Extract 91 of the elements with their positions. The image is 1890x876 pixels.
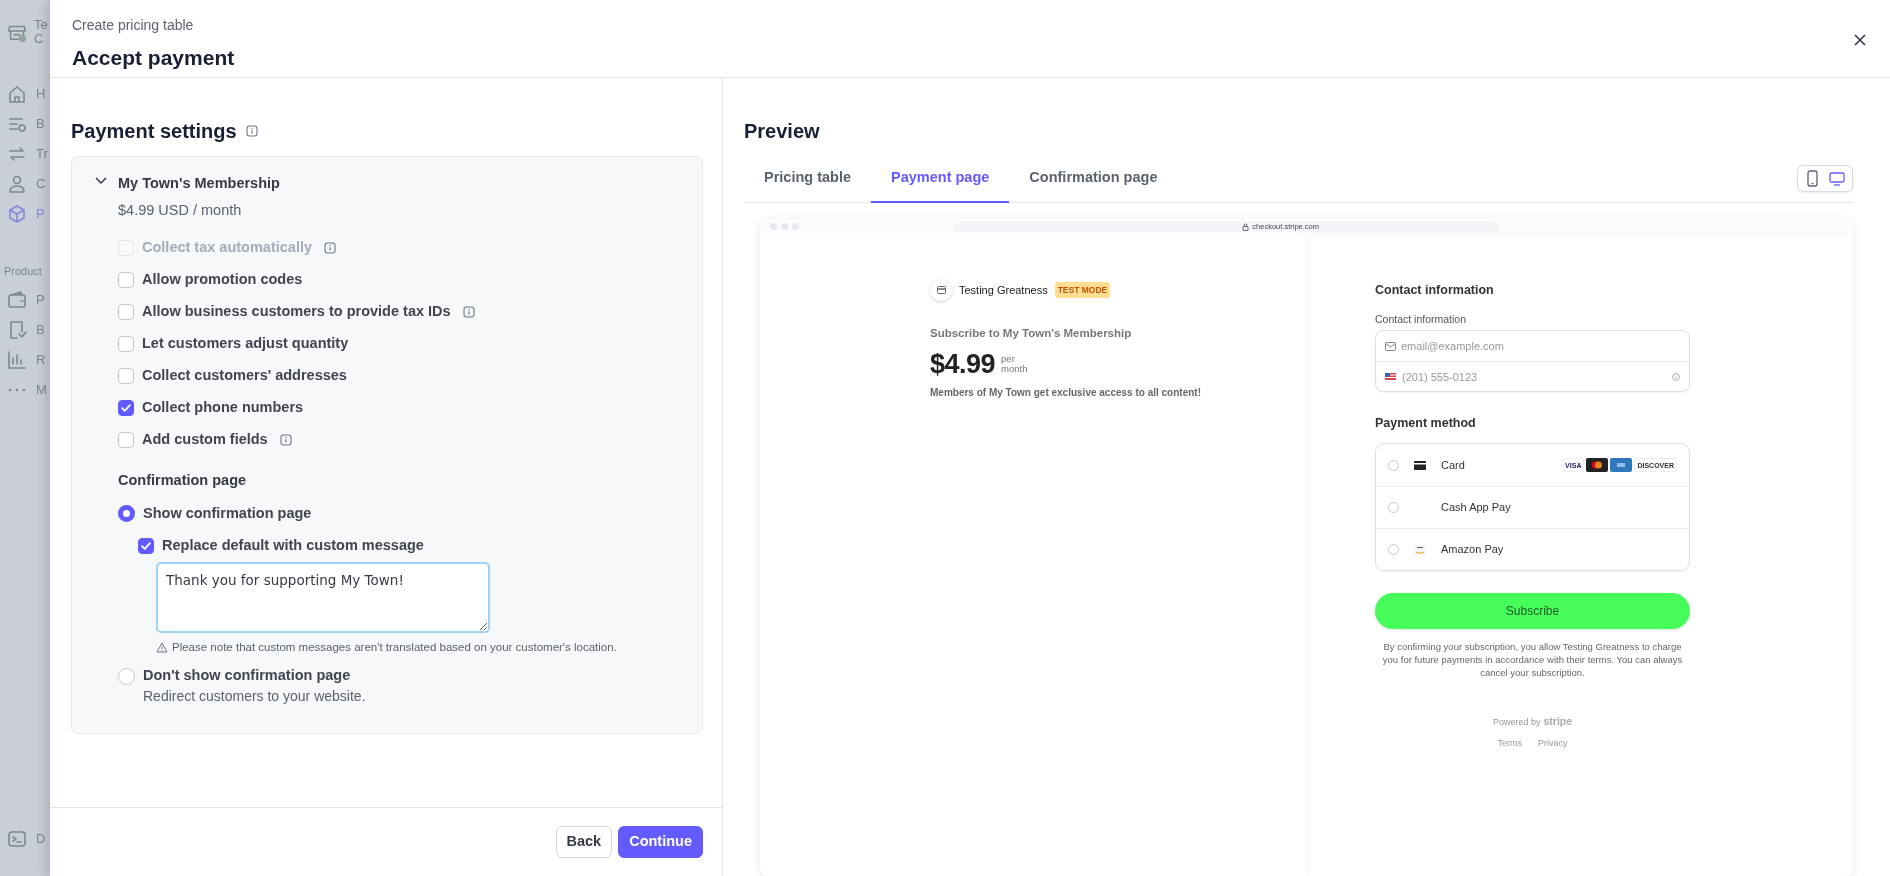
option-label: Allow business customers to provide tax IDs — [142, 302, 451, 322]
nav-item[interactable]: M — [6, 375, 50, 406]
radio-button[interactable] — [118, 667, 135, 685]
section-heading: Confirmation page — [118, 471, 248, 490]
radio-button[interactable] — [118, 505, 135, 523]
envelope-icon — [1385, 342, 1396, 351]
nav-item[interactable]: P — [6, 285, 50, 316]
section-heading: Payment method — [1375, 415, 1477, 433]
nav-item[interactable]: P — [6, 198, 50, 229]
method-label: Card — [1441, 458, 1465, 473]
section-heading: Contact information — [1375, 282, 1495, 299]
continue-button[interactable]: Continue — [618, 826, 703, 858]
payment-method-option[interactable]: Amazon Pay — [1376, 528, 1689, 571]
phone-field[interactable]: (201) 555-0123 — [1376, 361, 1689, 392]
checkbox[interactable] — [118, 400, 134, 416]
nav-item[interactable]: C — [6, 168, 50, 199]
section-title: Payment settings — [71, 118, 237, 144]
nav-item[interactable]: Tr — [6, 138, 50, 169]
lock-icon — [1242, 223, 1250, 231]
account-name: Te — [34, 18, 48, 33]
subscribe-button[interactable]: Subscribe — [1375, 593, 1690, 630]
info-icon — [245, 124, 258, 137]
window-dot — [792, 223, 799, 231]
product-description: Members of My Town get exclusive access to all content! — [930, 385, 1202, 400]
merchant-name: Testing Greatness — [959, 282, 1048, 298]
subscription-heading: Subscribe to My Town's Membership — [930, 326, 1133, 341]
checkbox[interactable] — [118, 272, 134, 288]
option-label: Don't show confirmation page — [143, 666, 351, 686]
tab[interactable]: Payment page — [871, 167, 1010, 203]
desktop-view-button[interactable] — [1829, 170, 1845, 188]
warning-icon — [156, 641, 168, 653]
option-label: Collect phone numbers — [142, 398, 304, 418]
checkbox[interactable] — [118, 432, 134, 448]
window-dot — [770, 223, 777, 231]
tab[interactable]: Pricing table — [744, 167, 872, 203]
option-label: Let customers adjust quantity — [142, 334, 349, 354]
nav-item[interactable]: B — [6, 315, 50, 346]
window-dot — [781, 223, 788, 231]
method-label: Cash App Pay — [1441, 500, 1511, 516]
email-input[interactable]: email@example.com — [1401, 338, 1680, 355]
phone-view-button[interactable] — [1805, 170, 1821, 188]
nav-item[interactable]: D — [6, 824, 50, 854]
more-icon — [8, 388, 26, 393]
phone-input[interactable]: (201) 555-0123 — [1402, 368, 1667, 386]
option-label: Allow promotion codes — [142, 270, 303, 290]
field-label: Contact information — [1375, 311, 1468, 327]
merchant-logo — [930, 279, 952, 301]
method-label: Amazon Pay — [1441, 542, 1504, 558]
payment-method-option[interactable]: Cash App Pay — [1376, 486, 1689, 529]
test-mode-badge: TEST MODE — [1054, 281, 1111, 299]
checkbox[interactable] — [118, 336, 134, 352]
terms-text: By confirming your subscription, you allow Testing Greatness to charge you for future payments in accordance with their terms. You can always cancel your subscription. — [1381, 641, 1684, 680]
option-label: Collect tax automatically — [142, 238, 313, 258]
chart-icon — [6, 349, 28, 372]
account-name: C — [34, 32, 45, 47]
mastercard-logo — [1586, 458, 1609, 473]
back-button[interactable]: Back — [555, 826, 613, 858]
nav-item[interactable]: B — [6, 108, 50, 139]
powered-by-text: Powered by — [1492, 715, 1541, 729]
brand-name: stripe — [1543, 713, 1573, 729]
price: $4.99 — [930, 348, 996, 382]
modal-subtitle: Create pricing table — [72, 16, 195, 35]
footer-link[interactable]: Terms — [1497, 737, 1522, 751]
checkbox[interactable] — [118, 304, 134, 320]
amex-logo — [1610, 458, 1633, 473]
product-price: $4.99 USD / month — [118, 201, 243, 221]
option-label: Collect customers' addresses — [142, 366, 347, 386]
option-label: Add custom fields — [142, 430, 268, 450]
billing-interval: month — [1001, 364, 1028, 375]
card-icon — [1413, 459, 1427, 472]
box-icon — [6, 202, 28, 225]
message-field[interactable]: Thank you for supporting My Town! — [156, 561, 490, 633]
checkbox[interactable] — [138, 537, 154, 554]
section-label: Product — [4, 263, 43, 279]
email-field[interactable]: email@example.com — [1376, 331, 1689, 362]
billing-interval: per — [1001, 354, 1016, 365]
flag-icon — [1385, 372, 1397, 382]
option-label: Replace default with custom message — [162, 535, 424, 555]
checkbox[interactable] — [118, 368, 134, 384]
option-description: Redirect customers to your website. — [142, 687, 367, 706]
tab[interactable]: Confirmation page — [1009, 167, 1178, 203]
section-title: Preview — [744, 118, 821, 144]
nav-item[interactable]: H — [6, 78, 50, 109]
nav-item[interactable]: R — [6, 345, 50, 376]
product-name: My Town's Membership — [118, 173, 281, 193]
modal-title: Accept payment — [72, 45, 235, 71]
terminal-icon — [6, 828, 28, 850]
info-icon — [1672, 373, 1680, 381]
option-label: Show confirmation page — [143, 503, 312, 523]
footer-link[interactable]: Privacy — [1538, 737, 1568, 751]
note-text: Please note that custom messages aren't translated based on your customer's location. — [172, 639, 617, 655]
